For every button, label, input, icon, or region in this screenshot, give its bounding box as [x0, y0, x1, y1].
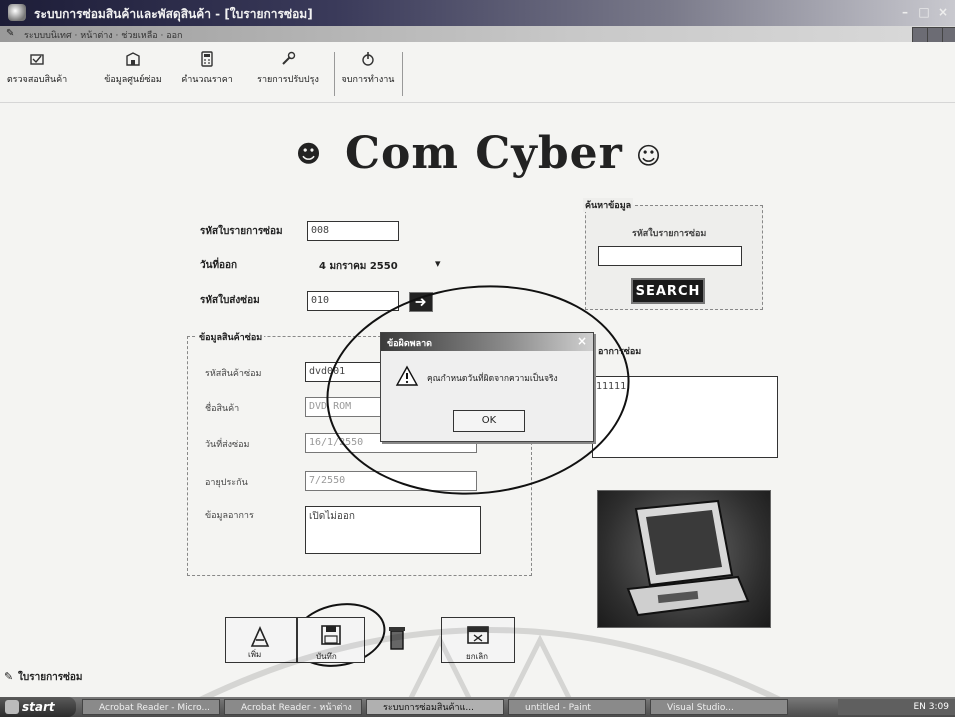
taskbar-item[interactable]: untitled - Paint	[508, 699, 646, 715]
exit-icon	[362, 52, 374, 66]
menu-items[interactable]: ระบบบนิเทศ · หน้าต่าง · ช่วยเหลือ · ออก	[24, 28, 182, 42]
windows-logo-icon	[5, 700, 19, 714]
toolbar-check-products-button[interactable]: ตรวจสอบสินค้า	[2, 50, 72, 98]
repair-id-label: รหัสใบรายการซ่อม	[200, 226, 283, 237]
maximize-button[interactable]: □	[915, 3, 933, 21]
warranty-label: อายุประกัน	[205, 478, 248, 488]
search-button[interactable]: SEARCH	[631, 278, 705, 304]
minimize-button[interactable]: –	[896, 3, 914, 21]
title-bar: ระบบการซ่อมสินค้าและพัสดุสินค้า - [ใบราย…	[0, 0, 955, 26]
window-title: ระบบการซ่อมสินค้าและพัสดุสินค้า - [ใบราย…	[34, 7, 313, 21]
close-button[interactable]: ×	[934, 3, 952, 21]
menu-bar: ✎ ระบบบนิเทศ · หน้าต่าง · ช่วยเหลือ · ออ…	[0, 26, 955, 42]
toolbar-calculate-price-button[interactable]: คำนวณราคา	[176, 50, 238, 98]
toolbar-improvements-button[interactable]: รายการปรับปรุง	[252, 50, 324, 98]
send-id-label: รหัสใบส่งซ่อม	[200, 295, 260, 306]
toolbar-service-center-button[interactable]: ข้อมูลศูนย์ซ่อม	[100, 50, 166, 98]
mascot-left-icon: ☻	[296, 140, 322, 168]
taskbar-item[interactable]: Acrobat Reader - หน้าต่าง	[224, 699, 362, 715]
mdi-restore-button[interactable]	[927, 27, 943, 43]
watermark-image	[198, 627, 782, 700]
logo-text: Com Cyber	[345, 128, 623, 179]
app-icon	[8, 4, 26, 21]
taskbar-item[interactable]: Visual Studio...	[650, 699, 788, 715]
toolbar-label: ข้อมูลศูนย์ซ่อม	[104, 75, 162, 85]
toolbar-label: ตรวจสอบสินค้า	[6, 75, 68, 85]
wrench-icon	[282, 51, 296, 65]
system-tray[interactable]: EN 3:09	[838, 699, 955, 715]
box-check-icon	[30, 54, 44, 65]
menu-app-icon: ✎	[6, 28, 15, 39]
chevron-down-icon[interactable]: ▾	[435, 257, 441, 270]
mdi-close-button[interactable]	[942, 27, 955, 43]
search-input[interactable]	[598, 246, 742, 266]
date-picker[interactable]: 4 มกราคม 2550 ▾	[307, 254, 451, 276]
date-value: 4 มกราคม 2550	[319, 261, 398, 272]
building-icon	[126, 52, 140, 66]
repair-id-field[interactable]: 008	[307, 221, 399, 241]
toolbar-label: คำนวณราคา	[181, 75, 233, 85]
taskbar-item[interactable]: Acrobat Reader - Micro...	[82, 699, 220, 715]
calculator-icon	[201, 51, 213, 67]
mascot-right-icon: ☺	[636, 142, 662, 170]
product-name-label: ชื่อสินค้า	[205, 404, 240, 414]
toolbar-separator	[402, 52, 403, 96]
toolbar: ตรวจสอบสินค้า ข้อมูลศูนย์ซ่อม คำนวณราคา …	[0, 42, 955, 103]
product-code-label: รหัสสินค้าซ่อม	[205, 369, 262, 379]
mdi-minimize-button[interactable]	[912, 27, 928, 43]
symptom-field[interactable]: เปิดไม่ออก	[305, 506, 481, 554]
toolbar-exit-button[interactable]: จบการทำงาน	[338, 50, 398, 98]
toolbar-separator	[334, 52, 335, 96]
search-label: รหัสใบรายการซ่อม	[632, 229, 707, 239]
toolbar-label: รายการปรับปรุง	[257, 75, 319, 85]
toolbar-label: จบการทำงาน	[341, 75, 395, 85]
status-text: ใบรายการซ่อม	[18, 672, 83, 683]
status-icon: ✎	[4, 670, 14, 683]
send-id-field[interactable]: 010	[307, 291, 399, 311]
date-label: วันที่ออก	[200, 260, 238, 271]
send-date-label: วันที่ส่งซ่อม	[205, 440, 250, 450]
taskbar-item-active[interactable]: ระบบการซ่อมสินค้าแ...	[366, 699, 504, 715]
product-info-group-title: ข้อมูลสินค้าซ่อม	[197, 330, 265, 344]
search-panel-title: ค้นหาข้อมูล	[583, 198, 634, 212]
symptom-label: ข้อมูลอาการ	[205, 511, 254, 521]
